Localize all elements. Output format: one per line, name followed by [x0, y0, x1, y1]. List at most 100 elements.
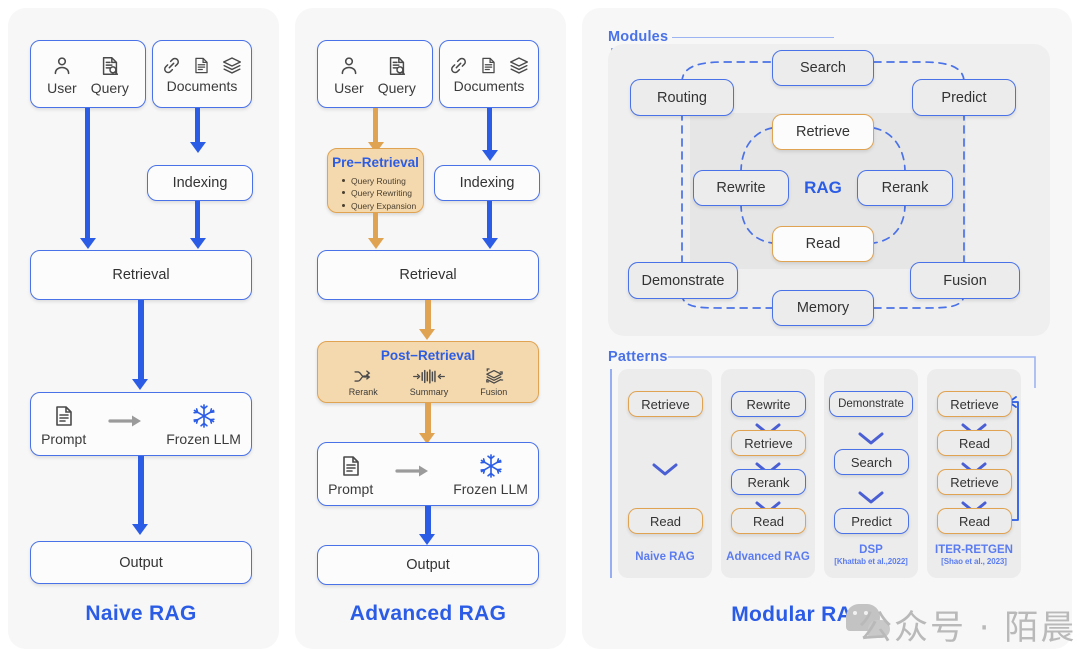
- arrowhead-advanced-documents-to-indexing: [481, 150, 498, 161]
- arrowhead-preretrieval-to-retrieval: [367, 238, 384, 249]
- pattern-advanced-step-rerank[interactable]: Rerank: [731, 469, 806, 495]
- naive-prompt-label: Prompt: [41, 430, 87, 447]
- module-rewrite[interactable]: Rewrite: [693, 170, 789, 206]
- query-document-search-icon: [389, 56, 405, 75]
- pattern-dsp-label: DSP [Khattab et al.,2022]: [824, 544, 918, 566]
- right-arrow-icon: [395, 465, 429, 476]
- naive-user-label: User: [47, 79, 77, 96]
- waveform-icon: [413, 369, 445, 384]
- pattern-iter-step-read-2[interactable]: Read: [937, 508, 1012, 534]
- arrow-documents-to-indexing: [195, 108, 200, 146]
- advanced-query-label: Query: [377, 79, 416, 96]
- pattern-dsp-step-search[interactable]: Search: [834, 449, 909, 475]
- advanced-prompt-cell: Prompt: [328, 453, 373, 496]
- post-retrieval-fusion-cell: Fusion: [480, 367, 507, 397]
- naive-output-label: Output: [119, 554, 163, 571]
- arrowhead-generation-to-output: [132, 524, 148, 535]
- post-retrieval-rerank-label: Rerank: [348, 387, 378, 397]
- arrowhead-indexing-to-retrieval: [189, 238, 206, 249]
- patterns-section-label: Patterns: [608, 349, 668, 365]
- pattern-naive-step-read[interactable]: Read: [628, 508, 703, 534]
- fusion-layers-icon: [485, 368, 504, 384]
- naive-prompt-cell: Prompt: [41, 403, 86, 446]
- pattern-step-label: Retrieve: [744, 435, 793, 451]
- naive-user-cell: User: [47, 54, 77, 95]
- post-retrieval-title: Post−Retrieval: [380, 348, 476, 363]
- naive-query-label: Query: [90, 79, 129, 96]
- document-icon: [482, 57, 495, 74]
- pre-retrieval-box: Pre−Retrieval Query Routing Query Rewrit…: [327, 148, 424, 213]
- pattern-advanced-step-retrieve[interactable]: Retrieve: [731, 430, 806, 456]
- advanced-documents-cell: Documents: [448, 55, 530, 93]
- pattern-iter-step-retrieve-2[interactable]: Retrieve: [937, 469, 1012, 495]
- pattern-iter-step-retrieve-1[interactable]: Retrieve: [937, 391, 1012, 417]
- pre-retrieval-bullet: Query Expansion: [342, 200, 423, 212]
- pattern-dsp-step-predict[interactable]: Predict: [834, 508, 909, 534]
- pattern-step-label: Retrieve: [950, 474, 999, 490]
- arrowhead-advanced-indexing-to-retrieval: [481, 238, 498, 249]
- pattern-advanced-step-rewrite[interactable]: Rewrite: [731, 391, 806, 417]
- module-predict-label: Predict: [941, 89, 987, 106]
- pattern-advanced-step-read[interactable]: Read: [731, 508, 806, 534]
- pattern-label-text: DSP: [859, 544, 883, 556]
- module-memory[interactable]: Memory: [772, 290, 874, 326]
- module-fusion[interactable]: Fusion: [910, 262, 1020, 299]
- arrowhead-documents-to-indexing: [189, 142, 206, 153]
- pre-retrieval-bullets: Query Routing Query Rewriting Query Expa…: [342, 175, 423, 212]
- modules-section-label: Modules: [608, 29, 669, 45]
- module-routing-label: Routing: [657, 89, 707, 106]
- pattern-citation: [Shao et al., 2023]: [941, 557, 1007, 567]
- advanced-llm-cell: Frozen LLM: [453, 453, 528, 496]
- pattern-step-label: Read: [958, 435, 991, 451]
- advanced-indexing-box: Indexing: [434, 165, 540, 201]
- naive-generation-box: Prompt Frozen LLM: [30, 392, 252, 456]
- advanced-llm-label: Frozen LLM: [453, 480, 528, 497]
- naive-indexing-box: Indexing: [147, 165, 253, 201]
- advanced-documents-label: Documents: [453, 78, 525, 94]
- pre-retrieval-bullet: Query Rewriting: [342, 187, 423, 199]
- layers-icon: [222, 57, 242, 74]
- pattern-dsp-step-demonstrate[interactable]: Demonstrate: [829, 391, 913, 417]
- module-demonstrate[interactable]: Demonstrate: [628, 262, 738, 299]
- naive-indexing-label: Indexing: [172, 175, 228, 191]
- module-demonstrate-label: Demonstrate: [641, 272, 725, 289]
- snowflake-icon: [479, 453, 502, 478]
- document-icon: [342, 455, 359, 476]
- module-search-label: Search: [800, 60, 846, 76]
- module-search[interactable]: Search: [772, 50, 874, 86]
- advanced-documents-box: Documents: [439, 40, 539, 108]
- pattern-naive-step-retrieve[interactable]: Retrieve: [628, 391, 703, 417]
- advanced-prompt-label: Prompt: [328, 480, 374, 497]
- naive-input-box: User Query: [30, 40, 146, 108]
- arrow-retrieval-to-generation: [138, 300, 144, 384]
- module-retrieve[interactable]: Retrieve: [772, 114, 874, 150]
- module-rerank[interactable]: Rerank: [857, 170, 953, 206]
- module-predict[interactable]: Predict: [912, 79, 1016, 116]
- module-routing[interactable]: Routing: [630, 79, 734, 116]
- arrowhead-query-to-retrieval: [79, 238, 96, 249]
- naive-retrieval-label: Retrieval: [112, 267, 170, 283]
- user-icon: [54, 56, 70, 74]
- advanced-user-label: User: [334, 79, 364, 96]
- pattern-citation: [Khattab et al.,2022]: [834, 557, 908, 567]
- naive-retrieval-box: Retrieval: [30, 250, 252, 300]
- document-icon: [55, 405, 72, 426]
- link-icon: [451, 57, 466, 74]
- advanced-retrieval-box: Retrieval: [317, 250, 539, 300]
- module-rewrite-label: Rewrite: [716, 180, 766, 196]
- advanced-user-cell: User: [334, 54, 364, 95]
- naive-panel-title: Naive RAG: [85, 602, 197, 625]
- post-retrieval-box: Post−Retrieval Rerank Summary Fusion: [317, 341, 539, 403]
- advanced-flow-arrow-cell: [395, 464, 431, 496]
- wechat-logo-eye: [853, 611, 857, 615]
- module-read[interactable]: Read: [772, 226, 874, 262]
- pattern-iter-step-read-1[interactable]: Read: [937, 430, 1012, 456]
- pre-retrieval-title: Pre−Retrieval: [332, 155, 419, 170]
- advanced-generation-box: Prompt Frozen LLM: [317, 442, 539, 506]
- shuffle-icon: [354, 370, 371, 382]
- module-memory-label: Memory: [796, 300, 850, 316]
- pattern-step-label: Rerank: [747, 474, 790, 490]
- pattern-step-label: Retrieve: [950, 396, 999, 412]
- layers-icon: [509, 57, 529, 74]
- naive-documents-box: Documents: [152, 40, 252, 108]
